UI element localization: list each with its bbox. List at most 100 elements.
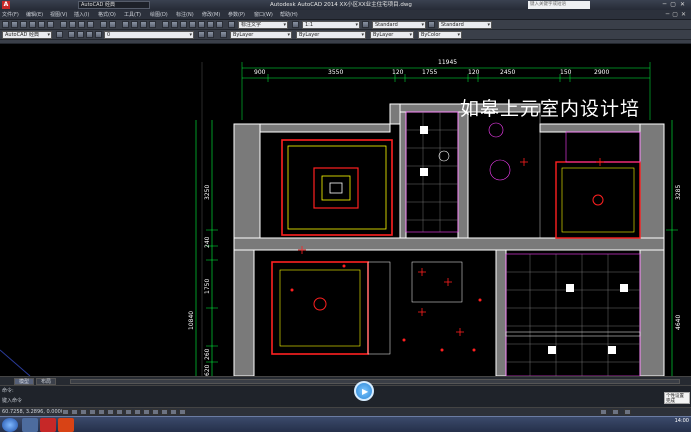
lock-ui-icon[interactable] [612, 409, 619, 415]
object-snap-icon[interactable] [107, 409, 114, 415]
document-window-controls[interactable]: ─▢✕ [666, 11, 689, 18]
menu-tools[interactable]: 工具(T) [124, 11, 141, 19]
dim-left-2: 1750 [204, 279, 211, 294]
table-style-select[interactable]: Standard [438, 21, 492, 29]
dim-top-1: 3550 [328, 69, 343, 76]
notification-popup[interactable]: 个性设置 完成 [664, 392, 690, 404]
menu-parametric[interactable]: 参数(P) [228, 11, 245, 19]
text-style-select[interactable]: Standard [372, 21, 426, 29]
print-icon[interactable] [29, 21, 36, 28]
dim-left-4: 260 [204, 348, 211, 360]
explorer-icon[interactable] [22, 418, 38, 432]
horizontal-scrollbar[interactable] [70, 379, 680, 384]
title-bar: A AutoCAD 经典 Autodesk AutoCAD 2014 XX小区X… [0, 0, 691, 10]
tab-layout[interactable]: 布局 [36, 378, 57, 385]
redo-icon[interactable] [109, 21, 116, 28]
quickcalc-icon[interactable] [207, 21, 214, 28]
dim-top-6: 150 [560, 69, 572, 76]
linetype-select[interactable]: ByLayer [296, 31, 366, 39]
save-icon[interactable] [20, 21, 27, 28]
command-prompt[interactable]: 键入命令 [2, 398, 22, 404]
dim-style-select[interactable]: 1:1 [302, 21, 360, 29]
markup-icon[interactable] [198, 21, 205, 28]
workspace-select[interactable]: AutoCAD 经典 [2, 31, 52, 39]
dim-left-3: 10840 [188, 311, 195, 330]
grid-display-icon[interactable] [80, 409, 87, 415]
3d-object-snap-icon[interactable] [116, 409, 123, 415]
annotation-text-select[interactable]: 标注文字 [238, 21, 288, 29]
workspace-switching-icon[interactable] [600, 409, 607, 415]
properties-icon[interactable] [162, 21, 169, 28]
color-swatch-icon [220, 31, 227, 38]
start-button-icon[interactable] [2, 418, 18, 432]
plotstyle-select[interactable]: ByColor [418, 31, 462, 39]
undo-icon[interactable] [100, 21, 107, 28]
menu-window[interactable]: 窗口(W) [254, 11, 273, 19]
snap-mode-icon[interactable] [71, 409, 78, 415]
sheet-set-icon[interactable] [189, 21, 196, 28]
preview-icon[interactable] [38, 21, 45, 28]
layer-properties-icon[interactable] [68, 31, 75, 38]
new-icon[interactable] [2, 21, 9, 28]
menu-modify[interactable]: 修改(M) [202, 11, 220, 19]
dim-left-5: 620 [204, 364, 211, 376]
layer-select[interactable]: 0 [104, 31, 194, 39]
dynamic-ucs-icon[interactable] [134, 409, 141, 415]
lineweight-icon[interactable] [152, 409, 159, 415]
system-clock[interactable]: 14:00 [675, 418, 689, 425]
dim-top-total: 11945 [438, 59, 457, 66]
quick-properties-icon[interactable] [170, 409, 177, 415]
autocad-logo-icon[interactable]: A [2, 1, 10, 9]
menu-format[interactable]: 格式(O) [98, 11, 116, 19]
menu-edit[interactable]: 编辑(E) [26, 11, 43, 19]
video-player-taskbar-icon[interactable] [58, 418, 74, 432]
mleader-style-icon [428, 21, 435, 28]
menu-file[interactable]: 文件(F) [2, 11, 19, 19]
tool-palettes-icon[interactable] [180, 21, 187, 28]
dim-left-0: 3250 [204, 185, 211, 200]
dynamic-input-icon[interactable] [143, 409, 150, 415]
selection-cycling-icon[interactable] [179, 409, 186, 415]
color-select[interactable]: ByLayer [230, 31, 292, 39]
dim-right-1: 4640 [675, 315, 682, 330]
transparency-icon[interactable] [161, 409, 168, 415]
infer-constraints-icon[interactable] [62, 409, 69, 415]
help-search-input[interactable]: 键入关键字或短语 [528, 1, 590, 9]
drawing-canvas[interactable]: 900 3550 120 1755 120 2450 150 2900 1194… [0, 50, 691, 376]
design-center-icon[interactable] [171, 21, 178, 28]
menu-insert[interactable]: 插入(I) [74, 11, 89, 19]
zoom-realtime-icon[interactable] [131, 21, 138, 28]
publish-icon[interactable] [47, 21, 54, 28]
open-icon[interactable] [11, 21, 18, 28]
lineweight-select[interactable]: ByLayer [370, 31, 414, 39]
menu-view[interactable]: 视图(V) [50, 11, 67, 19]
tab-model[interactable]: 模型 [14, 378, 35, 385]
layer-previous-icon[interactable] [207, 31, 214, 38]
help-icon[interactable] [216, 21, 223, 28]
workspace-settings-icon[interactable] [56, 31, 63, 38]
window-controls[interactable]: ─▢✕ [663, 0, 689, 10]
lightbulb-icon[interactable] [86, 31, 93, 38]
paste-icon[interactable] [78, 21, 85, 28]
command-line[interactable]: 命令: 键入命令 [0, 385, 691, 407]
autocad-taskbar-icon[interactable] [40, 418, 56, 432]
video-play-button[interactable]: ▶ [354, 381, 374, 401]
dim-top-7: 2900 [594, 69, 609, 76]
copy-icon[interactable] [69, 21, 76, 28]
clean-screen-icon[interactable] [624, 409, 631, 415]
pan-icon[interactable] [122, 21, 129, 28]
menu-draw[interactable]: 绘图(D) [150, 11, 168, 19]
make-current-icon[interactable] [198, 31, 205, 38]
workspace-selector[interactable]: AutoCAD 经典 [78, 1, 150, 9]
cut-icon[interactable] [60, 21, 67, 28]
layer-state-icon[interactable] [77, 31, 84, 38]
match-properties-icon[interactable] [87, 21, 94, 28]
menu-help[interactable]: 帮助(H) [280, 11, 298, 19]
ortho-mode-icon[interactable] [89, 409, 96, 415]
zoom-previous-icon[interactable] [149, 21, 156, 28]
zoom-window-icon[interactable] [140, 21, 147, 28]
polar-tracking-icon[interactable] [98, 409, 105, 415]
object-snap-tracking-icon[interactable] [125, 409, 132, 415]
sun-icon[interactable] [95, 31, 102, 38]
menu-dimension[interactable]: 标注(N) [176, 11, 194, 19]
